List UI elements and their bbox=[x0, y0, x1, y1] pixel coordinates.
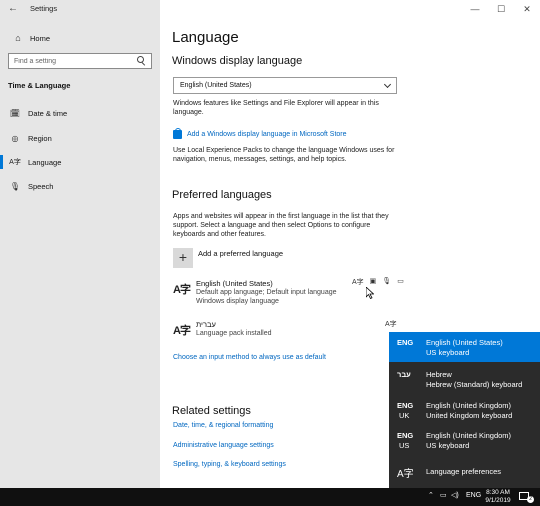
flyout-item-english-uk[interactable]: ENG UK English (United Kingdom) United K… bbox=[389, 395, 540, 425]
display-language-description: Windows features like Settings and File … bbox=[173, 100, 379, 116]
microphone-icon: 🎙 bbox=[382, 278, 392, 285]
flyout-language-name: English (United Kingdom) bbox=[426, 401, 512, 410]
sidebar-section-heading: Time & Language bbox=[8, 81, 71, 90]
language-code-region: US bbox=[399, 441, 410, 450]
sidebar-item-home[interactable]: ⌂ Home bbox=[0, 29, 160, 47]
language-detail: Language pack installed bbox=[196, 330, 272, 337]
page-title: Language bbox=[172, 29, 239, 46]
maximize-icon[interactable]: ☐ bbox=[488, 0, 514, 18]
language-detail: Windows display language bbox=[196, 298, 279, 305]
flyout-item-english-us[interactable]: ENG English (United States) US keyboard bbox=[389, 332, 540, 362]
dropdown-value: English (United States) bbox=[180, 82, 252, 89]
flyout-keyboard-name: Hebrew (Standard) keyboard bbox=[426, 380, 523, 389]
close-icon[interactable]: ✕ bbox=[514, 0, 540, 18]
flyout-language-name: English (United States) bbox=[426, 338, 503, 347]
app-title: Settings bbox=[30, 4, 58, 13]
language-code: ENG bbox=[397, 338, 414, 347]
language-detail: Default app language; Default input lang… bbox=[196, 289, 337, 296]
add-language-label[interactable]: Add a preferred language bbox=[198, 249, 283, 258]
sidebar-item-speech[interactable]: 🎙 Speech bbox=[0, 175, 160, 197]
store-link[interactable]: Add a Windows display language in Micros… bbox=[187, 131, 347, 138]
input-indicator[interactable]: ENG bbox=[466, 492, 481, 499]
keyboard-icon: ▭ bbox=[397, 278, 404, 285]
sidebar-item-date-time[interactable]: 🗓 Date & time bbox=[0, 102, 160, 124]
window-controls: — ☐ ✕ bbox=[462, 0, 540, 18]
flyout-item-hebrew[interactable]: עבר Hebrew Hebrew (Standard) keyboard bbox=[389, 364, 540, 394]
language-feature-icons: A字 ▣ 🎙 ▭ bbox=[352, 277, 404, 287]
sidebar: ← Settings ⌂ Home Time & Language 🗓 Date… bbox=[0, 0, 160, 488]
language-icon: A字 bbox=[173, 284, 191, 296]
language-name: עברית bbox=[196, 320, 216, 329]
minimize-icon[interactable]: — bbox=[462, 0, 488, 18]
preferred-languages-heading: Preferred languages bbox=[172, 189, 272, 201]
search-box[interactable] bbox=[8, 53, 152, 69]
lxp-description: Use Local Experience Packs to change the… bbox=[173, 147, 395, 163]
language-preferences-label: Language preferences bbox=[426, 467, 502, 476]
search-input[interactable] bbox=[9, 57, 133, 65]
volume-icon[interactable]: ◁) bbox=[451, 491, 459, 499]
language-icon: A字 bbox=[9, 159, 21, 166]
network-icon[interactable]: ▭ bbox=[440, 491, 447, 499]
sidebar-item-label: Home bbox=[30, 33, 51, 43]
calendar-clock-icon: 🗓 bbox=[9, 108, 21, 118]
language-code: ENG bbox=[397, 431, 414, 440]
titlebar: ← Settings bbox=[0, 0, 160, 18]
mouse-cursor-icon bbox=[366, 287, 374, 299]
globe-icon: ◎ bbox=[11, 133, 19, 143]
flyout-language-name: Hebrew bbox=[426, 370, 452, 379]
admin-language-link[interactable]: Administrative language settings bbox=[173, 442, 274, 449]
language-name: English (United States) bbox=[196, 279, 273, 288]
flyout-language-name: English (United Kingdom) bbox=[426, 431, 512, 440]
sidebar-item-label: Language bbox=[28, 157, 62, 167]
flyout-keyboard-name: United Kingdom keyboard bbox=[426, 411, 513, 420]
microphone-icon: 🎙 bbox=[9, 181, 21, 191]
sidebar-item-region[interactable]: ◎ Region bbox=[0, 127, 160, 149]
display-language-icon: A字 bbox=[385, 321, 397, 328]
back-arrow-icon[interactable]: ← bbox=[8, 3, 18, 14]
language-icon: A字 bbox=[397, 469, 414, 480]
language-code: עבר bbox=[397, 370, 411, 379]
speech-icon: ▣ bbox=[369, 278, 377, 285]
preferred-languages-description: Apps and websites will appear in the fir… bbox=[173, 213, 389, 238]
search-icon[interactable] bbox=[136, 56, 146, 66]
display-language-dropdown[interactable]: English (United States) bbox=[173, 77, 397, 94]
sidebar-item-label: Region bbox=[28, 133, 52, 143]
language-icon: A字 bbox=[173, 325, 191, 337]
clock-time: 8:30 AM bbox=[486, 489, 510, 496]
home-icon: ⌂ bbox=[15, 33, 21, 43]
store-icon bbox=[173, 128, 182, 139]
taskbar: ⌃ ▭ ◁) ENG 8:30 AM 9/1/2019 2 bbox=[0, 488, 540, 506]
flyout-item-english-uk-us[interactable]: ENG US English (United Kingdom) US keybo… bbox=[389, 425, 540, 455]
show-hidden-icons-icon[interactable]: ⌃ bbox=[428, 491, 434, 499]
spelling-keyboard-link[interactable]: Spelling, typing, & keyboard settings bbox=[173, 461, 286, 468]
taskbar-clock[interactable]: 8:30 AM 9/1/2019 bbox=[482, 489, 514, 505]
language-code: ENG bbox=[397, 401, 414, 410]
related-settings-heading: Related settings bbox=[172, 405, 251, 417]
notification-badge: 2 bbox=[527, 496, 534, 503]
add-language-button[interactable]: + bbox=[173, 248, 193, 268]
flyout-keyboard-name: US keyboard bbox=[426, 348, 470, 357]
display-language-heading: Windows display language bbox=[172, 55, 303, 67]
sidebar-item-label: Date & time bbox=[28, 108, 68, 118]
input-method-link[interactable]: Choose an input method to always use as … bbox=[173, 354, 326, 361]
active-indicator bbox=[0, 155, 3, 169]
regional-formatting-link[interactable]: Date, time, & regional formatting bbox=[173, 422, 273, 429]
clock-date: 9/1/2019 bbox=[485, 497, 511, 504]
flyout-keyboard-name: US keyboard bbox=[426, 441, 470, 450]
sidebar-item-language[interactable]: A字 Language bbox=[0, 151, 160, 173]
language-code-region: UK bbox=[399, 411, 410, 420]
display-language-icon: A字 bbox=[352, 279, 364, 286]
input-language-flyout: ENG English (United States) US keyboard … bbox=[389, 332, 540, 488]
chevron-down-icon bbox=[383, 80, 392, 88]
sidebar-item-label: Speech bbox=[28, 181, 54, 191]
